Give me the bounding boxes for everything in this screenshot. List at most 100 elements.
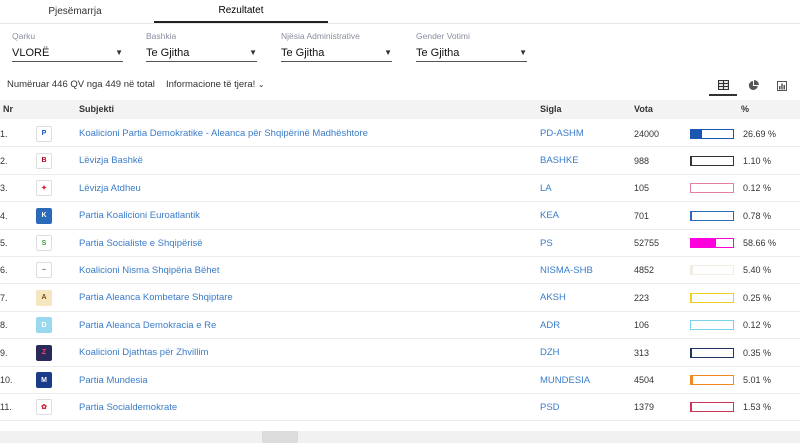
header-votes: Vota — [634, 104, 653, 114]
header-percent: % — [741, 104, 750, 114]
table-view-button[interactable] — [709, 75, 737, 96]
row-number: 7. — [0, 292, 8, 303]
results-table-body: 1. P Koalicioni Partia Demokratike - Alean… — [0, 120, 800, 422]
percent-bar — [690, 230, 734, 257]
table-row: 5. S Partia Socialiste e Shqipërisë PS 52755… — [0, 230, 800, 257]
vote-count: 223 — [634, 292, 650, 303]
percent-bar — [690, 394, 734, 421]
percent-bar-frame — [690, 210, 734, 221]
party-sigla-link[interactable]: PD-ASHM — [540, 120, 584, 147]
party-logo-icon: ~ — [36, 262, 52, 279]
party-name-link[interactable]: Partia Aleanca Demokracia e Re — [79, 312, 216, 339]
vote-count: 105 — [634, 183, 650, 194]
table-row: 7. A Partia Aleanca Kombetare Shqiptare AKS… — [0, 284, 800, 312]
percent-bar — [690, 339, 734, 366]
tab-bar: Pjesëmarrja Rezultatet — [0, 0, 800, 24]
party-logo-icon: A — [36, 289, 52, 306]
vote-percent: 0.12 % — [743, 320, 772, 331]
percent-bar — [690, 147, 734, 174]
tab-participation[interactable]: Pjesëmarrja — [0, 0, 150, 23]
party-name-link[interactable]: Koalicioni Partia Demokratike - Aleanca … — [79, 120, 368, 147]
vote-count: 988 — [634, 155, 650, 166]
party-name-link[interactable]: Lëvizja Bashkë — [79, 147, 143, 174]
percent-bar-frame — [690, 292, 734, 303]
party-name-link[interactable]: Partia Koalicioni Euroatlantik — [79, 202, 200, 229]
table-row: 10. M Partia Mundesia MUNDESIA 4504 5.01 % — [0, 367, 800, 394]
more-info-label: Informacione të tjera! — [166, 79, 256, 90]
party-sigla-link[interactable]: NISMA-SHB — [540, 257, 593, 284]
vote-percent: 5.40 % — [743, 265, 772, 276]
party-name-link[interactable]: Partia Aleanca Kombetare Shqiptare — [79, 284, 233, 311]
party-sigla-link[interactable]: DZH — [540, 339, 560, 366]
row-number: 4. — [0, 210, 8, 221]
percent-bar-frame — [690, 128, 734, 139]
counted-stations-text: Numëruar 446 QV nga 449 në total — [7, 79, 155, 90]
percent-bar-fill — [691, 129, 703, 138]
scrollbar-thumb[interactable] — [262, 431, 298, 443]
party-sigla-link[interactable]: PSD — [540, 394, 560, 421]
vote-count: 313 — [634, 347, 650, 358]
vote-percent: 5.01 % — [743, 375, 772, 386]
vote-percent: 0.35 % — [743, 347, 772, 358]
chevron-down-icon: ▼ — [384, 48, 392, 57]
row-number: 11. — [0, 402, 12, 413]
percent-bar — [690, 202, 734, 229]
row-number: 10. — [0, 375, 13, 386]
filter-municipality-label: Bashkia — [146, 31, 177, 41]
horizontal-scrollbar[interactable] — [0, 431, 800, 443]
vote-count: 1379 — [634, 402, 655, 413]
party-sigla-link[interactable]: BASHKE — [540, 147, 579, 174]
party-sigla-link[interactable]: MUNDESIA — [540, 367, 590, 394]
party-logo-icon: B — [36, 152, 52, 169]
party-logo-icon: ✦ — [36, 180, 52, 197]
county-select[interactable]: VLORË ▼ — [12, 44, 123, 62]
percent-bar-frame — [690, 347, 734, 358]
party-logo: P — [36, 120, 52, 147]
info-bar: Numëruar 446 QV nga 449 në total Informa… — [0, 75, 800, 97]
party-logo-icon: Z — [36, 344, 52, 361]
row-number: 1. — [0, 128, 8, 139]
more-info-dropdown[interactable]: Informacione të tjera! ⌄ — [166, 79, 265, 90]
filter-admin-unit-label: Njësia Administrative — [281, 31, 360, 41]
party-sigla-link[interactable]: LA — [540, 175, 552, 202]
chevron-down-icon: ⌄ — [257, 80, 265, 89]
gender-select[interactable]: Te Gjitha ▼ — [416, 44, 527, 62]
party-name-link[interactable]: Lëvizja Atdheu — [79, 175, 141, 202]
vote-count: 701 — [634, 210, 650, 221]
party-name-link[interactable]: Partia Socialiste e Shqipërisë — [79, 230, 203, 257]
gender-select-value: Te Gjitha — [416, 46, 460, 59]
party-sigla-link[interactable]: AKSH — [540, 284, 566, 311]
percent-bar — [690, 120, 734, 147]
party-logo: ✦ — [36, 175, 52, 202]
party-name-link[interactable]: Partia Mundesia — [79, 367, 148, 394]
table-row: 1. P Koalicioni Partia Demokratike - Alean… — [0, 120, 800, 148]
admin-unit-select-value: Te Gjitha — [281, 46, 325, 59]
party-logo: M — [36, 367, 52, 394]
party-sigla-link[interactable]: ADR — [540, 312, 560, 339]
party-name-link[interactable]: Koalicioni Nisma Shqipëria Bëhet — [79, 257, 219, 284]
county-select-value: VLORË — [12, 46, 50, 59]
vote-percent: 0.25 % — [743, 292, 772, 303]
table-row: 2. B Lëvizja Bashkë BASHKE 988 1.10 % — [0, 147, 800, 175]
filter-admin-unit: Njësia Administrative Te Gjitha ▼ — [281, 30, 392, 62]
tab-results[interactable]: Rezultatet — [154, 0, 328, 23]
vote-percent: 0.78 % — [743, 210, 772, 221]
party-sigla-link[interactable]: KEA — [540, 202, 559, 229]
municipality-select[interactable]: Te Gjitha ▼ — [146, 44, 257, 62]
row-number: 9. — [0, 347, 8, 358]
percent-bar-frame — [690, 320, 734, 331]
party-logo-icon: K — [36, 207, 52, 224]
party-logo-icon: ✿ — [36, 399, 52, 416]
vote-percent: 1.10 % — [743, 155, 772, 166]
party-sigla-link[interactable]: PS — [540, 230, 553, 257]
vote-count: 52755 — [634, 238, 660, 249]
pie-view-button[interactable] — [739, 75, 767, 96]
admin-unit-select[interactable]: Te Gjitha ▼ — [281, 44, 392, 62]
party-name-link[interactable]: Koalicioni Djathtas për Zhvillim — [79, 339, 208, 366]
party-logo: Z — [36, 339, 52, 366]
party-logo: S — [36, 230, 52, 257]
bar-view-button[interactable] — [768, 75, 796, 96]
vote-percent: 1.53 % — [743, 402, 772, 413]
party-name-link[interactable]: Partia Socialdemokrate — [79, 394, 177, 421]
tab-divider — [0, 23, 800, 24]
